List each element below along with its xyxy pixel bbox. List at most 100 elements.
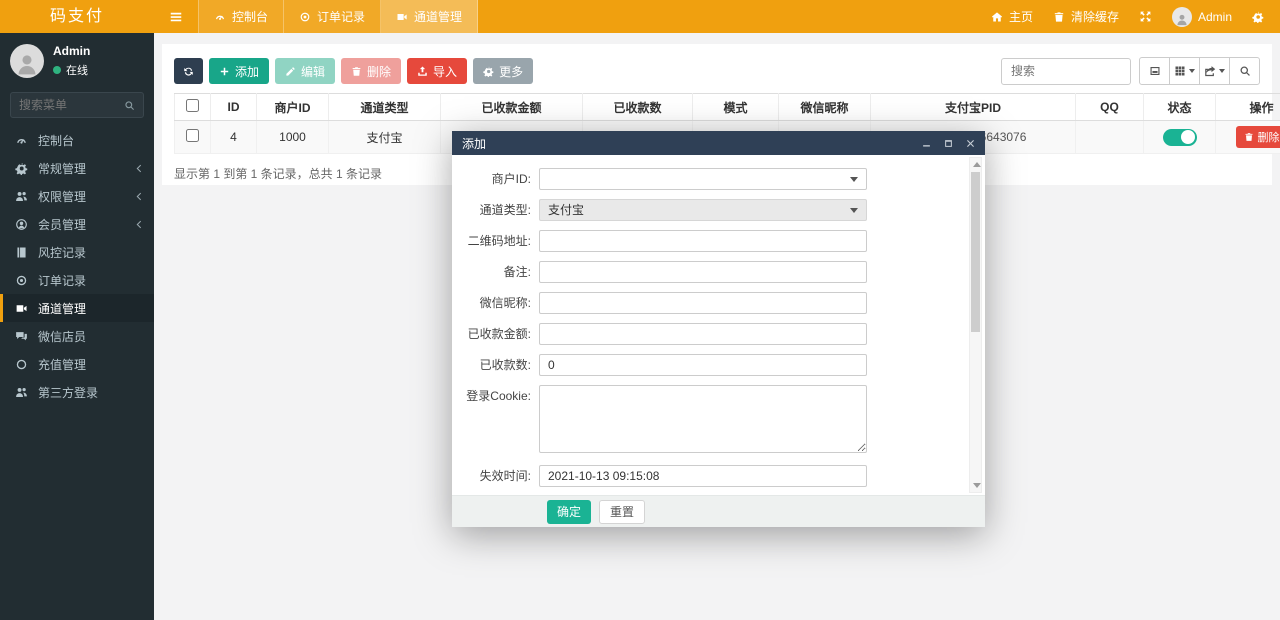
col-channel-type: 通道类型 bbox=[329, 94, 441, 121]
add-dialog-header[interactable]: 添加 bbox=[452, 131, 985, 155]
status-toggle[interactable] bbox=[1163, 129, 1197, 146]
clear-cache-link[interactable]: 清除缓存 bbox=[1053, 8, 1119, 25]
received-amount-input[interactable] bbox=[539, 323, 867, 345]
sidebar-item-channel-management[interactable]: 通道管理 bbox=[0, 294, 154, 322]
video-icon bbox=[396, 11, 408, 23]
wechat-nickname-input[interactable] bbox=[539, 292, 867, 314]
modal-scrollbar[interactable] bbox=[969, 157, 982, 493]
gear-icon bbox=[15, 162, 28, 175]
channel-type-select-value: 支付宝 bbox=[539, 199, 867, 221]
sidebar-item-order-records[interactable]: 订单记录 bbox=[0, 266, 154, 294]
remark-input[interactable] bbox=[539, 261, 867, 283]
received-count-input[interactable] bbox=[539, 354, 867, 376]
sidebar-item-label: 微信店员 bbox=[38, 328, 86, 345]
circle-icon bbox=[15, 358, 28, 371]
tab-channel-management-label: 通道管理 bbox=[414, 8, 462, 25]
sidebar-item-label: 充值管理 bbox=[38, 356, 86, 373]
qrcode-url-input[interactable] bbox=[539, 230, 867, 252]
user-status: 在线 bbox=[53, 62, 90, 78]
tab-console[interactable]: 控制台 bbox=[198, 0, 284, 33]
col-received-amount: 已收款金额 bbox=[441, 94, 583, 121]
sidebar-item-permission-management[interactable]: 权限管理 bbox=[0, 182, 154, 210]
row-qq bbox=[1076, 121, 1144, 154]
row-checkbox[interactable] bbox=[186, 129, 199, 142]
fullscreen-button[interactable] bbox=[1139, 10, 1152, 23]
top-navbar: 码支付 控制台 订单记录 通道管理 主页 清除缓存 Admin bbox=[0, 0, 1280, 33]
toggle-view-button[interactable] bbox=[1139, 57, 1170, 85]
users-icon bbox=[15, 190, 28, 203]
sidebar-item-member-management[interactable]: 会员管理 bbox=[0, 210, 154, 238]
add-dialog-body: 商户ID: 通道类型: 支付宝 二维码地址: 备注: 微信昵称: 已收款金额: … bbox=[452, 155, 985, 495]
sidebar-item-risk-records[interactable]: 风控记录 bbox=[0, 238, 154, 266]
table-toolbar: 添加 编辑 删除 导入 更多 bbox=[162, 44, 1272, 93]
sidebar-item-general-management[interactable]: 常规管理 bbox=[0, 154, 154, 182]
sidebar-item-wechat-clerk[interactable]: 微信店员 bbox=[0, 322, 154, 350]
merchant-id-select-value bbox=[539, 168, 867, 190]
gear-icon bbox=[1252, 11, 1264, 23]
sidebar-menu: 控制台 常规管理 权限管理 会员管理 风控记录 订单记录 通道管理 微信店员 充… bbox=[0, 126, 154, 406]
home-link[interactable]: 主页 bbox=[991, 8, 1033, 25]
export-button[interactable] bbox=[1199, 57, 1230, 85]
sidebar-item-label: 通道管理 bbox=[38, 300, 86, 317]
login-cookie-textarea[interactable] bbox=[539, 385, 867, 453]
search-toggle-button[interactable] bbox=[1229, 57, 1260, 85]
user-menu[interactable]: Admin bbox=[1172, 7, 1232, 27]
expire-time-label: 失效时间: bbox=[452, 465, 539, 487]
scroll-up-arrow-icon[interactable] bbox=[973, 162, 981, 167]
tab-channel-management[interactable]: 通道管理 bbox=[381, 0, 478, 33]
add-button[interactable]: 添加 bbox=[209, 58, 269, 84]
add-dialog-footer: 确定 重置 bbox=[452, 495, 985, 527]
user-name: Admin bbox=[53, 44, 90, 58]
wechat-nickname-label: 微信昵称: bbox=[452, 292, 539, 314]
merchant-id-select[interactable] bbox=[539, 168, 867, 190]
sidebar-item-third-party-login[interactable]: 第三方登录 bbox=[0, 378, 154, 406]
select-all-checkbox[interactable] bbox=[186, 99, 199, 112]
sidebar-search-input[interactable] bbox=[19, 98, 124, 112]
columns-grid-icon bbox=[1174, 65, 1186, 77]
delete-button[interactable]: 删除 bbox=[341, 58, 401, 84]
columns-button[interactable] bbox=[1169, 57, 1200, 85]
table-search-input[interactable] bbox=[1001, 58, 1131, 85]
sidebar-item-label: 常规管理 bbox=[38, 160, 86, 177]
sidebar-item-label: 第三方登录 bbox=[38, 384, 98, 401]
confirm-button[interactable]: 确定 bbox=[547, 500, 591, 524]
sidebar-toggle-button[interactable] bbox=[154, 0, 198, 33]
minimize-icon[interactable] bbox=[922, 139, 931, 148]
reset-button[interactable]: 重置 bbox=[599, 500, 645, 524]
col-received-count: 已收款数 bbox=[583, 94, 693, 121]
pencil-icon bbox=[285, 66, 296, 77]
refresh-button[interactable] bbox=[174, 58, 203, 84]
home-label: 主页 bbox=[1009, 8, 1033, 25]
more-button-label: 更多 bbox=[499, 63, 523, 80]
refresh-icon bbox=[183, 66, 194, 77]
col-wechat-nickname: 微信昵称 bbox=[779, 94, 871, 121]
export-icon bbox=[1204, 65, 1216, 77]
tab-order-records[interactable]: 订单记录 bbox=[284, 0, 381, 33]
add-dialog-title: 添加 bbox=[462, 135, 486, 152]
window-controls bbox=[922, 139, 975, 148]
close-icon[interactable] bbox=[966, 139, 975, 148]
scroll-down-arrow-icon[interactable] bbox=[973, 483, 981, 488]
user-silhouette-icon bbox=[14, 52, 40, 78]
trash-icon bbox=[1244, 132, 1254, 142]
channel-type-select[interactable]: 支付宝 bbox=[539, 199, 867, 221]
expire-time-input[interactable] bbox=[539, 465, 867, 487]
clock-icon bbox=[15, 274, 28, 287]
col-actions: 操作 bbox=[1216, 94, 1280, 121]
trash-icon bbox=[351, 66, 362, 77]
settings-button[interactable] bbox=[1252, 11, 1264, 23]
col-mode: 模式 bbox=[693, 94, 779, 121]
nav-tabs: 控制台 订单记录 通道管理 bbox=[198, 0, 478, 33]
more-button[interactable]: 更多 bbox=[473, 58, 533, 84]
sidebar: Admin 在线 控制台 常规管理 权限管理 会员管理 风控记录 订单记录 通道… bbox=[0, 33, 154, 620]
row-delete-button[interactable]: 删除 bbox=[1236, 126, 1280, 148]
scrollbar-thumb[interactable] bbox=[971, 172, 980, 332]
row-merchant-id: 1000 bbox=[257, 121, 329, 154]
user-menu-label: Admin bbox=[1198, 10, 1232, 24]
maximize-icon[interactable] bbox=[944, 139, 953, 148]
navbar-tabs-area: 控制台 订单记录 通道管理 bbox=[154, 0, 991, 33]
edit-button[interactable]: 编辑 bbox=[275, 58, 335, 84]
import-button[interactable]: 导入 bbox=[407, 58, 467, 84]
sidebar-item-recharge-management[interactable]: 充值管理 bbox=[0, 350, 154, 378]
sidebar-item-console[interactable]: 控制台 bbox=[0, 126, 154, 154]
